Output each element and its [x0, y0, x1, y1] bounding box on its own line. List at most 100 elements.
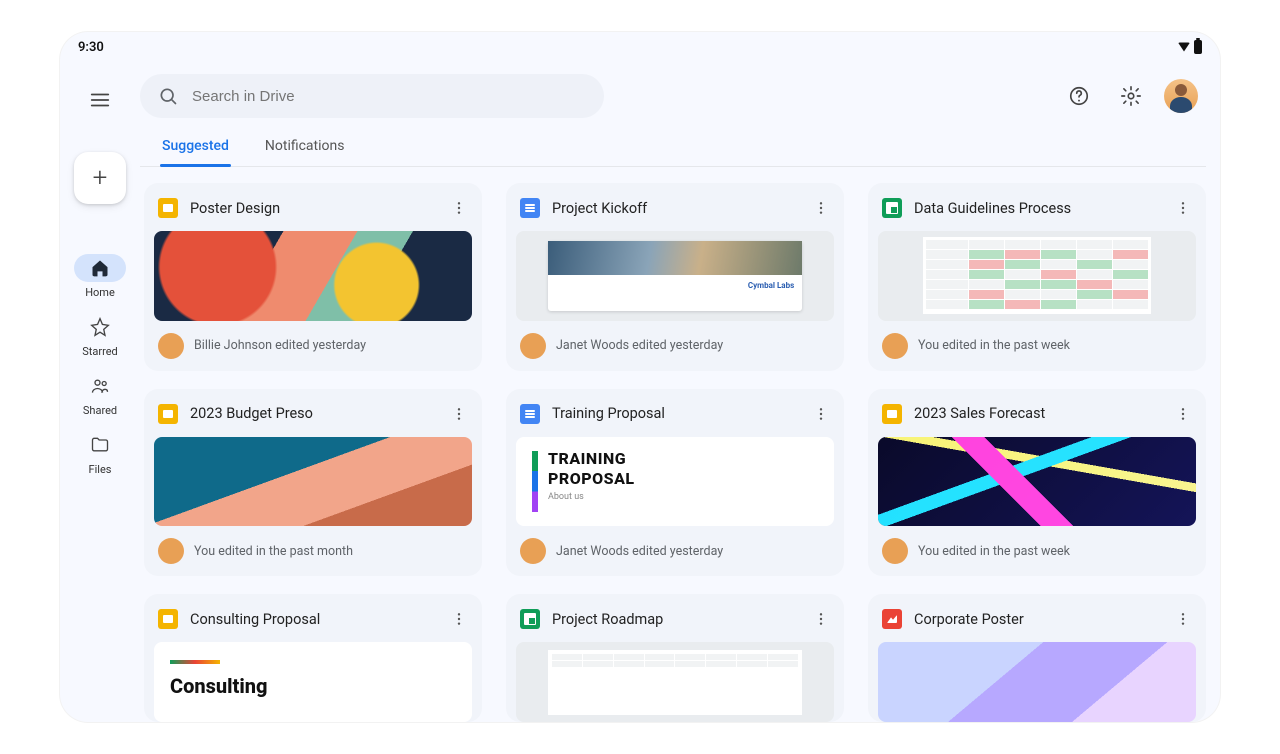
- status-time: 9:30: [78, 40, 104, 55]
- search-icon: [158, 86, 178, 106]
- help-button[interactable]: [1060, 77, 1098, 115]
- gear-icon: [1120, 85, 1142, 107]
- more-vert-icon: [1175, 406, 1191, 422]
- status-bar: 9:30: [60, 32, 1220, 62]
- thumb-heading: PROPOSAL: [548, 471, 635, 488]
- more-vert-icon: [451, 406, 467, 422]
- file-title: Corporate Poster: [914, 611, 1158, 628]
- tablet-frame: 9:30 + Home Starred Shared: [60, 32, 1220, 722]
- file-card[interactable]: 2023 Sales Forecast You edited in the pa…: [868, 389, 1206, 577]
- file-title: Data Guidelines Process: [914, 200, 1158, 217]
- home-icon: [90, 258, 110, 278]
- nav-starred[interactable]: Starred: [60, 309, 140, 362]
- file-meta: You edited in the past week: [918, 338, 1070, 353]
- more-vert-icon: [451, 200, 467, 216]
- slides-icon: [882, 404, 902, 424]
- file-thumbnail: [154, 437, 472, 527]
- thumb-heading: Consulting: [170, 674, 456, 698]
- file-card[interactable]: Corporate Poster: [868, 594, 1206, 722]
- file-meta: Billie Johnson edited yesterday: [194, 338, 366, 353]
- file-title: Training Proposal: [552, 405, 796, 422]
- file-title: 2023 Sales Forecast: [914, 405, 1158, 422]
- file-thumbnail: Consulting: [154, 642, 472, 722]
- nav-shared-label: Shared: [83, 404, 117, 417]
- new-button[interactable]: +: [74, 152, 126, 204]
- file-card[interactable]: Poster Design Billie Johnson edited yest…: [144, 183, 482, 371]
- nav-home-label: Home: [85, 286, 115, 299]
- file-thumbnail: [878, 231, 1196, 321]
- file-thumbnail: [878, 642, 1196, 722]
- top-bar: [140, 62, 1206, 126]
- hamburger-icon: [89, 89, 111, 111]
- more-button[interactable]: [446, 401, 472, 427]
- docs-icon: [520, 404, 540, 424]
- tab-suggested[interactable]: Suggested: [160, 130, 231, 166]
- plus-icon: +: [93, 163, 108, 193]
- file-title: Project Kickoff: [552, 200, 796, 217]
- more-vert-icon: [813, 406, 829, 422]
- more-vert-icon: [813, 611, 829, 627]
- file-meta: Janet Woods edited yesterday: [556, 544, 723, 559]
- folder-icon: [90, 435, 110, 455]
- wifi-icon: [1178, 43, 1190, 52]
- thumb-logo: Cymbal Labs: [748, 281, 794, 290]
- editor-avatar: [520, 538, 546, 564]
- status-icons: [1178, 40, 1202, 54]
- file-card[interactable]: 2023 Budget Preso You edited in the past…: [144, 389, 482, 577]
- search-bar[interactable]: [140, 74, 604, 118]
- more-button[interactable]: [446, 606, 472, 632]
- slides-icon: [158, 609, 178, 629]
- nav-home[interactable]: Home: [60, 250, 140, 303]
- thumb-heading: TRAINING: [548, 451, 635, 468]
- file-thumbnail: [878, 437, 1196, 527]
- more-vert-icon: [1175, 200, 1191, 216]
- file-meta: You edited in the past week: [918, 544, 1070, 559]
- more-button[interactable]: [1170, 195, 1196, 221]
- more-button[interactable]: [808, 606, 834, 632]
- file-title: Project Roadmap: [552, 611, 796, 628]
- file-card[interactable]: Project Roadmap: [506, 594, 844, 722]
- file-grid: Poster Design Billie Johnson edited yest…: [140, 167, 1206, 722]
- menu-button[interactable]: [80, 80, 120, 120]
- editor-avatar: [520, 333, 546, 359]
- help-icon: [1068, 85, 1090, 107]
- file-card[interactable]: Consulting Proposal Consulting: [144, 594, 482, 722]
- navigation-rail: + Home Starred Shared Files: [60, 62, 140, 722]
- docs-icon: [520, 198, 540, 218]
- file-thumbnail: Cymbal Labs: [516, 231, 834, 321]
- slides-icon: [158, 404, 178, 424]
- settings-button[interactable]: [1112, 77, 1150, 115]
- file-card[interactable]: Data Guidelines Process: [868, 183, 1206, 371]
- file-title: Consulting Proposal: [190, 611, 434, 628]
- image-icon: [882, 609, 902, 629]
- more-button[interactable]: [1170, 401, 1196, 427]
- more-button[interactable]: [446, 195, 472, 221]
- file-meta: You edited in the past month: [194, 544, 353, 559]
- nav-starred-label: Starred: [82, 345, 118, 358]
- more-vert-icon: [451, 611, 467, 627]
- more-vert-icon: [813, 200, 829, 216]
- nav-files[interactable]: Files: [60, 427, 140, 480]
- tab-bar: Suggested Notifications: [140, 126, 1206, 167]
- file-meta: Janet Woods edited yesterday: [556, 338, 723, 353]
- file-card[interactable]: Training Proposal TRAINING PROPOSAL Abou…: [506, 389, 844, 577]
- battery-icon: [1194, 40, 1202, 54]
- nav-shared[interactable]: Shared: [60, 368, 140, 421]
- file-card[interactable]: Project Kickoff Cymbal Labs Janet Woods …: [506, 183, 844, 371]
- tab-notifications[interactable]: Notifications: [263, 130, 347, 166]
- account-avatar[interactable]: [1164, 79, 1198, 113]
- people-icon: [90, 376, 110, 396]
- file-title: Poster Design: [190, 200, 434, 217]
- search-input[interactable]: [192, 88, 586, 105]
- editor-avatar: [882, 333, 908, 359]
- slides-icon: [158, 198, 178, 218]
- more-button[interactable]: [1170, 606, 1196, 632]
- file-thumbnail: [154, 231, 472, 321]
- more-vert-icon: [1175, 611, 1191, 627]
- more-button[interactable]: [808, 195, 834, 221]
- star-icon: [90, 317, 110, 337]
- nav-files-label: Files: [89, 463, 112, 476]
- editor-avatar: [158, 333, 184, 359]
- more-button[interactable]: [808, 401, 834, 427]
- editor-avatar: [882, 538, 908, 564]
